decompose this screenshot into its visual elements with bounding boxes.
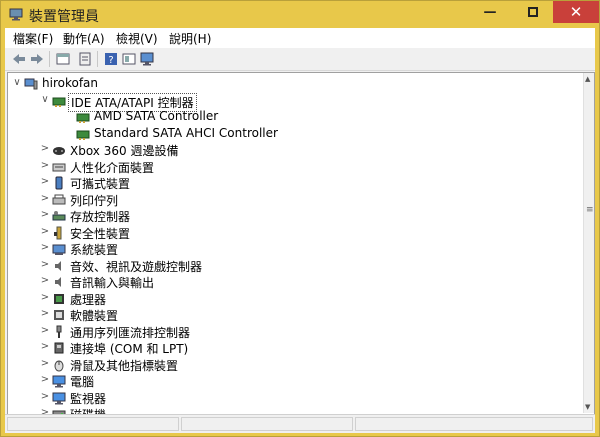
- status-bar: [5, 414, 595, 433]
- forward-arrow-icon[interactable]: [29, 51, 45, 67]
- storage-controller-icon: [52, 209, 66, 223]
- scan-icon[interactable]: [77, 51, 93, 67]
- keyboard-icon: [52, 160, 66, 174]
- tree-item-label: 系統裝置: [70, 243, 119, 257]
- speaker-icon: [52, 259, 66, 273]
- tree-item-label: 通用序列匯流排控制器: [70, 325, 191, 340]
- menu-help[interactable]: 說明(H): [169, 30, 211, 47]
- printer-icon: [52, 193, 66, 207]
- tree-item-label: 可攜式裝置: [70, 177, 131, 191]
- security-key-icon: [52, 226, 66, 240]
- collapse-chevron-icon[interactable]: ∨: [12, 77, 22, 88]
- menu-bar: 檔案(F) 動作(A) 檢視(V) 說明(H): [5, 28, 595, 48]
- device-manager-window: 裝置管理員 — ✕ 檔案(F) 動作(A) 檢視(V) 說明(H) ? ∨ hir…: [0, 0, 600, 437]
- expand-chevron-icon[interactable]: >: [40, 292, 50, 303]
- expand-chevron-icon[interactable]: >: [40, 259, 50, 270]
- window-title: 裝置管理員: [29, 9, 99, 25]
- device-tree[interactable]: ∨ hirokofan ∨ IDE ATA/ATAPI 控制器 AMD SATA Con…: [7, 72, 595, 432]
- menu-file[interactable]: 檔案(F): [13, 30, 53, 47]
- close-icon: ✕: [569, 3, 583, 21]
- help-icon[interactable]: ?: [103, 51, 119, 67]
- maximize-button[interactable]: [512, 1, 554, 23]
- port-icon: [52, 341, 66, 355]
- close-button[interactable]: ✕: [553, 1, 599, 23]
- system-device-icon: [52, 242, 66, 256]
- status-cell: [181, 417, 353, 431]
- collapse-chevron-icon[interactable]: ∨: [40, 94, 50, 105]
- tree-item-label: AMD SATA Controller: [94, 109, 219, 123]
- expand-chevron-icon[interactable]: >: [40, 358, 50, 369]
- tree-item-label: Xbox 360 週邊設備: [70, 144, 179, 158]
- tree-item-label: hirokofan: [42, 76, 98, 90]
- expand-chevron-icon[interactable]: >: [40, 391, 50, 402]
- status-cell: [355, 417, 593, 431]
- toolbar-separator: [49, 51, 50, 67]
- tree-item-label: 列印佇列: [70, 193, 119, 208]
- expand-chevron-icon[interactable]: >: [40, 374, 50, 385]
- monitor-icon: [52, 374, 66, 388]
- expand-chevron-icon[interactable]: >: [40, 341, 50, 352]
- gamepad-icon: [52, 143, 66, 157]
- ide-controller-icon: [76, 127, 90, 141]
- device-manager-icon: [9, 8, 23, 21]
- tree-item-label: 電腦: [70, 375, 95, 389]
- tree-item-label: 監視器: [70, 391, 107, 406]
- portable-device-icon: [52, 176, 66, 190]
- speaker-icon: [52, 275, 66, 289]
- tree-item-label: 安全性裝置: [70, 226, 131, 241]
- expand-chevron-icon[interactable]: >: [40, 226, 50, 237]
- monitor-icon[interactable]: [139, 51, 155, 67]
- tree-item-label: 軟體裝置: [70, 309, 119, 323]
- scroll-up-icon[interactable]: ▲: [585, 75, 590, 83]
- minimize-button[interactable]: —: [469, 1, 511, 23]
- software-device-icon: [52, 308, 66, 322]
- usb-icon: [52, 325, 66, 339]
- properties-icon[interactable]: [55, 51, 71, 67]
- menu-action[interactable]: 動作(A): [63, 30, 105, 47]
- tree-item-label: 滑鼠及其他指標裝置: [70, 358, 179, 373]
- back-arrow-icon[interactable]: [11, 51, 27, 67]
- monitor-icon: [52, 391, 66, 405]
- computer-icon: [24, 77, 38, 91]
- expand-chevron-icon[interactable]: >: [40, 325, 50, 336]
- expand-chevron-icon[interactable]: >: [40, 143, 50, 154]
- toolbar-separator: [97, 51, 98, 67]
- tree-item-label: 存放控制器: [70, 210, 131, 224]
- expand-chevron-icon[interactable]: >: [40, 209, 50, 220]
- svg-text:?: ?: [108, 55, 113, 66]
- expand-chevron-icon[interactable]: >: [40, 308, 50, 319]
- tree-item-label: Standard SATA AHCI Controller: [94, 125, 278, 140]
- expand-chevron-icon[interactable]: >: [40, 193, 50, 204]
- client-area: 檔案(F) 動作(A) 檢視(V) 說明(H) ? ∨ hirokofan ∨ IDE…: [5, 28, 595, 433]
- tree-item-label: 連接埠 (COM 和 LPT): [70, 342, 189, 356]
- show-hidden-icon[interactable]: [121, 51, 137, 67]
- menu-view[interactable]: 檢視(V): [116, 30, 158, 47]
- expand-chevron-icon[interactable]: >: [40, 275, 50, 286]
- title-bar[interactable]: 裝置管理員 — ✕: [1, 1, 599, 28]
- processor-icon: [52, 292, 66, 306]
- ide-controller-icon: [52, 94, 66, 108]
- ide-controller-icon: [76, 110, 90, 124]
- tree-item-label: 音訊輸入與輸出: [70, 276, 155, 290]
- expand-chevron-icon[interactable]: >: [40, 176, 50, 187]
- maximize-icon: [528, 7, 538, 17]
- scroll-down-icon[interactable]: ▼: [585, 403, 590, 411]
- tree-item-label: 處理器: [70, 292, 107, 307]
- mouse-icon: [52, 358, 66, 372]
- status-cell: [7, 417, 179, 431]
- scroll-thumb-icon[interactable]: ≡: [586, 205, 594, 215]
- toolbar: ?: [5, 48, 595, 71]
- expand-chevron-icon[interactable]: >: [40, 160, 50, 171]
- tree-item-label: 音效、視訊及遊戲控制器: [70, 259, 203, 274]
- expand-chevron-icon[interactable]: >: [40, 242, 50, 253]
- tree-item-label: 人性化介面裝置: [70, 160, 155, 175]
- minimize-icon: —: [483, 4, 497, 20]
- vertical-scrollbar[interactable]: ▲ ≡ ▼: [583, 73, 594, 413]
